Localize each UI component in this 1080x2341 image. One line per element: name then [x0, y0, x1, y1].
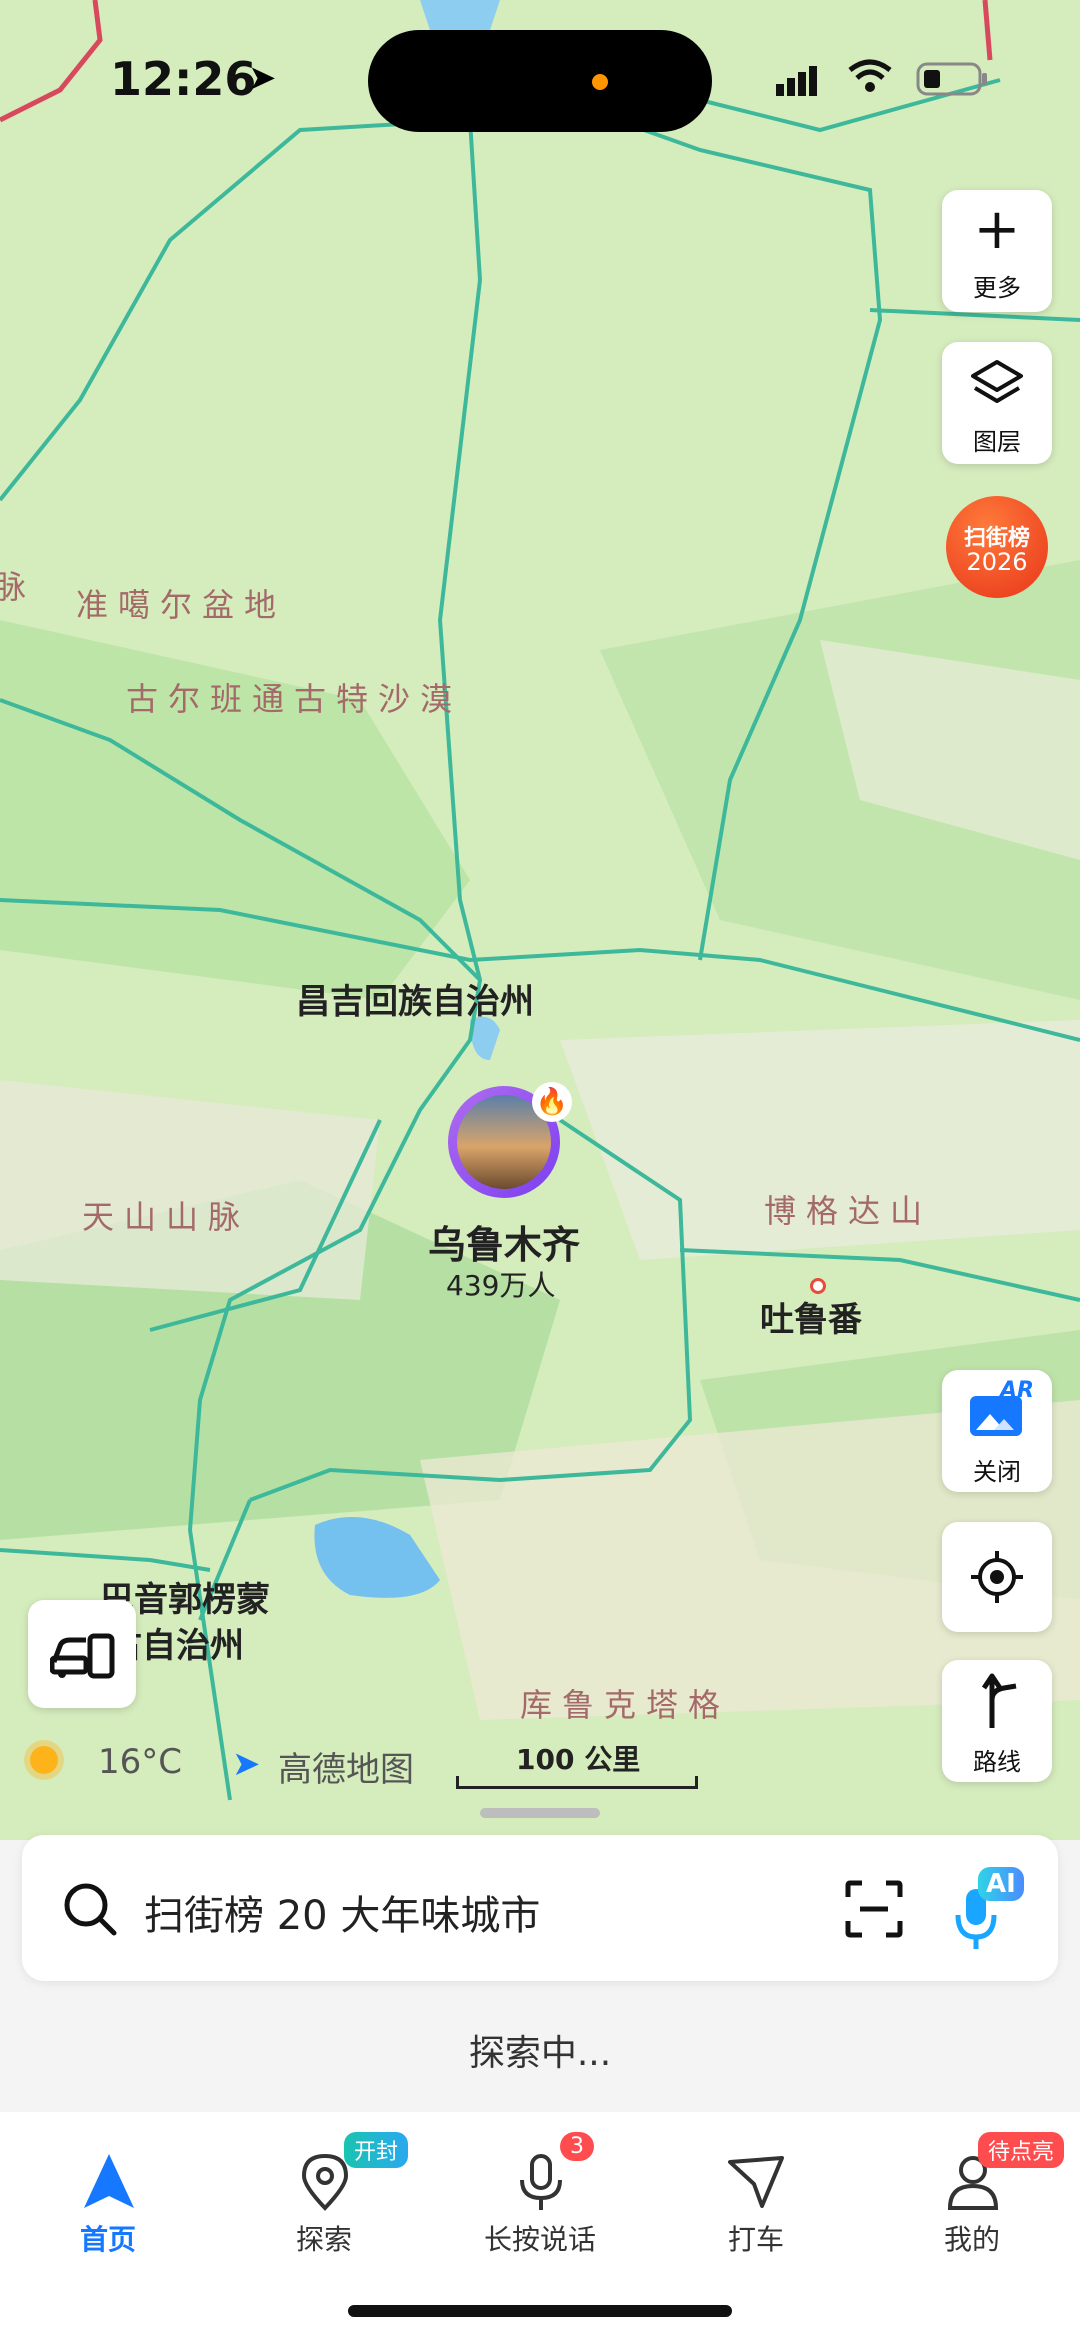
home-indicator	[348, 2305, 732, 2317]
weather-temp[interactable]: 16°C	[98, 1742, 182, 1782]
profile-badge: 待点亮	[978, 2132, 1065, 2168]
terrain-label-junggar: 准噶尔盆地	[76, 586, 287, 624]
tab-home-label: 首页	[79, 2223, 136, 2256]
tab-taxi-label: 打车	[727, 2223, 784, 2256]
layers-button[interactable]: 图层	[942, 342, 1052, 464]
tab-voice-label: 长按说话	[483, 2223, 596, 2256]
bottom-tab-bar: 首页 开封 探索 3 长按说话 打车 待点亮 我的	[0, 2112, 1080, 2341]
sun-icon	[30, 1746, 58, 1774]
taxi-arrow-icon	[728, 2156, 784, 2208]
tab-profile[interactable]: 待点亮 我的	[864, 2132, 1080, 2292]
ai-voice-button[interactable]: AI	[952, 1865, 1032, 1955]
wifi-icon	[848, 59, 892, 92]
layers-icon	[971, 360, 1023, 403]
turpan-marker	[810, 1278, 826, 1294]
promo-ranking-button[interactable]: 扫街榜 2026	[946, 496, 1048, 598]
explore-status-text: 探索中...	[468, 2033, 612, 2074]
battery-icon	[916, 62, 987, 96]
city-name[interactable]: 乌鲁木齐	[428, 1214, 580, 1269]
signal-icon	[776, 66, 817, 96]
terrain-label-tianshan: 天山山脉	[82, 1198, 251, 1236]
brand-arrow-icon: ➤	[232, 1744, 261, 1784]
ar-label: 关闭	[973, 1458, 1021, 1486]
tab-explore-label: 探索	[295, 2223, 352, 2256]
drag-handle[interactable]	[480, 1808, 600, 1818]
place-label-changji[interactable]: 昌吉回族自治州	[296, 974, 534, 1023]
terrain-label-edge: 脉	[0, 568, 37, 606]
tab-voice[interactable]: 3 长按说话	[432, 2132, 648, 2292]
microphone-icon	[520, 2154, 562, 2210]
ai-badge: AI	[978, 1867, 1024, 1901]
place-label-turpan[interactable]: 吐鲁番	[760, 1292, 862, 1341]
terrain-label-bogda: 博格达山	[764, 1192, 933, 1230]
location-pin-icon	[301, 2153, 349, 2211]
terrain-label-gurbantunggut: 古尔班通古特沙漠	[126, 680, 463, 718]
status-bar: 12:26 ➤	[0, 0, 1080, 150]
route-turn-icon	[981, 1673, 1017, 1728]
recording-dot	[592, 74, 608, 90]
city-marker[interactable]: 🔥	[448, 1082, 572, 1198]
location-arrow-icon: ➤	[248, 58, 277, 98]
map-terrain	[0, 0, 1080, 1840]
route-button[interactable]: 路线	[942, 1660, 1052, 1782]
dynamic-island	[368, 30, 712, 132]
voice-badge: 3	[560, 2132, 594, 2161]
scan-icon[interactable]	[844, 1879, 904, 1939]
more-label: 更多	[973, 274, 1021, 302]
car-phone-icon	[50, 1633, 115, 1679]
tab-explore[interactable]: 开封 探索	[216, 2132, 432, 2292]
route-label: 路线	[973, 1748, 1021, 1776]
layers-label: 图层	[973, 428, 1021, 456]
car-mode-button[interactable]	[28, 1600, 136, 1708]
more-button[interactable]: + 更多	[942, 190, 1052, 312]
explore-badge: 开封	[344, 2132, 409, 2168]
ar-badge: AR	[1000, 1378, 1034, 1403]
locate-button[interactable]	[942, 1522, 1052, 1632]
search-icon	[64, 1883, 117, 1936]
brand-logo: 高德地图	[278, 1750, 414, 1790]
plus-icon: +	[973, 197, 1021, 262]
city-population: 439万人	[446, 1269, 556, 1302]
tab-taxi[interactable]: 打车	[648, 2132, 864, 2292]
terrain-label-kuruktag: 库鲁克塔格	[520, 1686, 731, 1724]
hot-flame-icon: 🔥	[532, 1082, 572, 1122]
scale-label: 100 公里	[516, 1743, 641, 1776]
status-time: 12:26	[110, 52, 257, 106]
promo-line2: 2026	[966, 548, 1028, 576]
navigation-arrow-icon	[84, 2154, 134, 2208]
search-input[interactable]: 扫街榜 20 大年味城市	[144, 1883, 540, 1941]
map-view[interactable]: 12:26 ➤ 脉 准噶尔盆地 古尔班通古特沙漠 天山山脉 博格达山 库鲁克塔格…	[0, 0, 1080, 1840]
locate-crosshair-icon	[971, 1551, 1023, 1603]
tab-profile-label: 我的	[943, 2223, 1000, 2256]
tab-home[interactable]: 首页	[0, 2132, 216, 2292]
ar-button[interactable]: AR 关闭	[942, 1370, 1052, 1492]
search-bar[interactable]: 扫街榜 20 大年味城市 AI	[22, 1835, 1058, 1981]
scale-bar	[456, 1776, 698, 1789]
